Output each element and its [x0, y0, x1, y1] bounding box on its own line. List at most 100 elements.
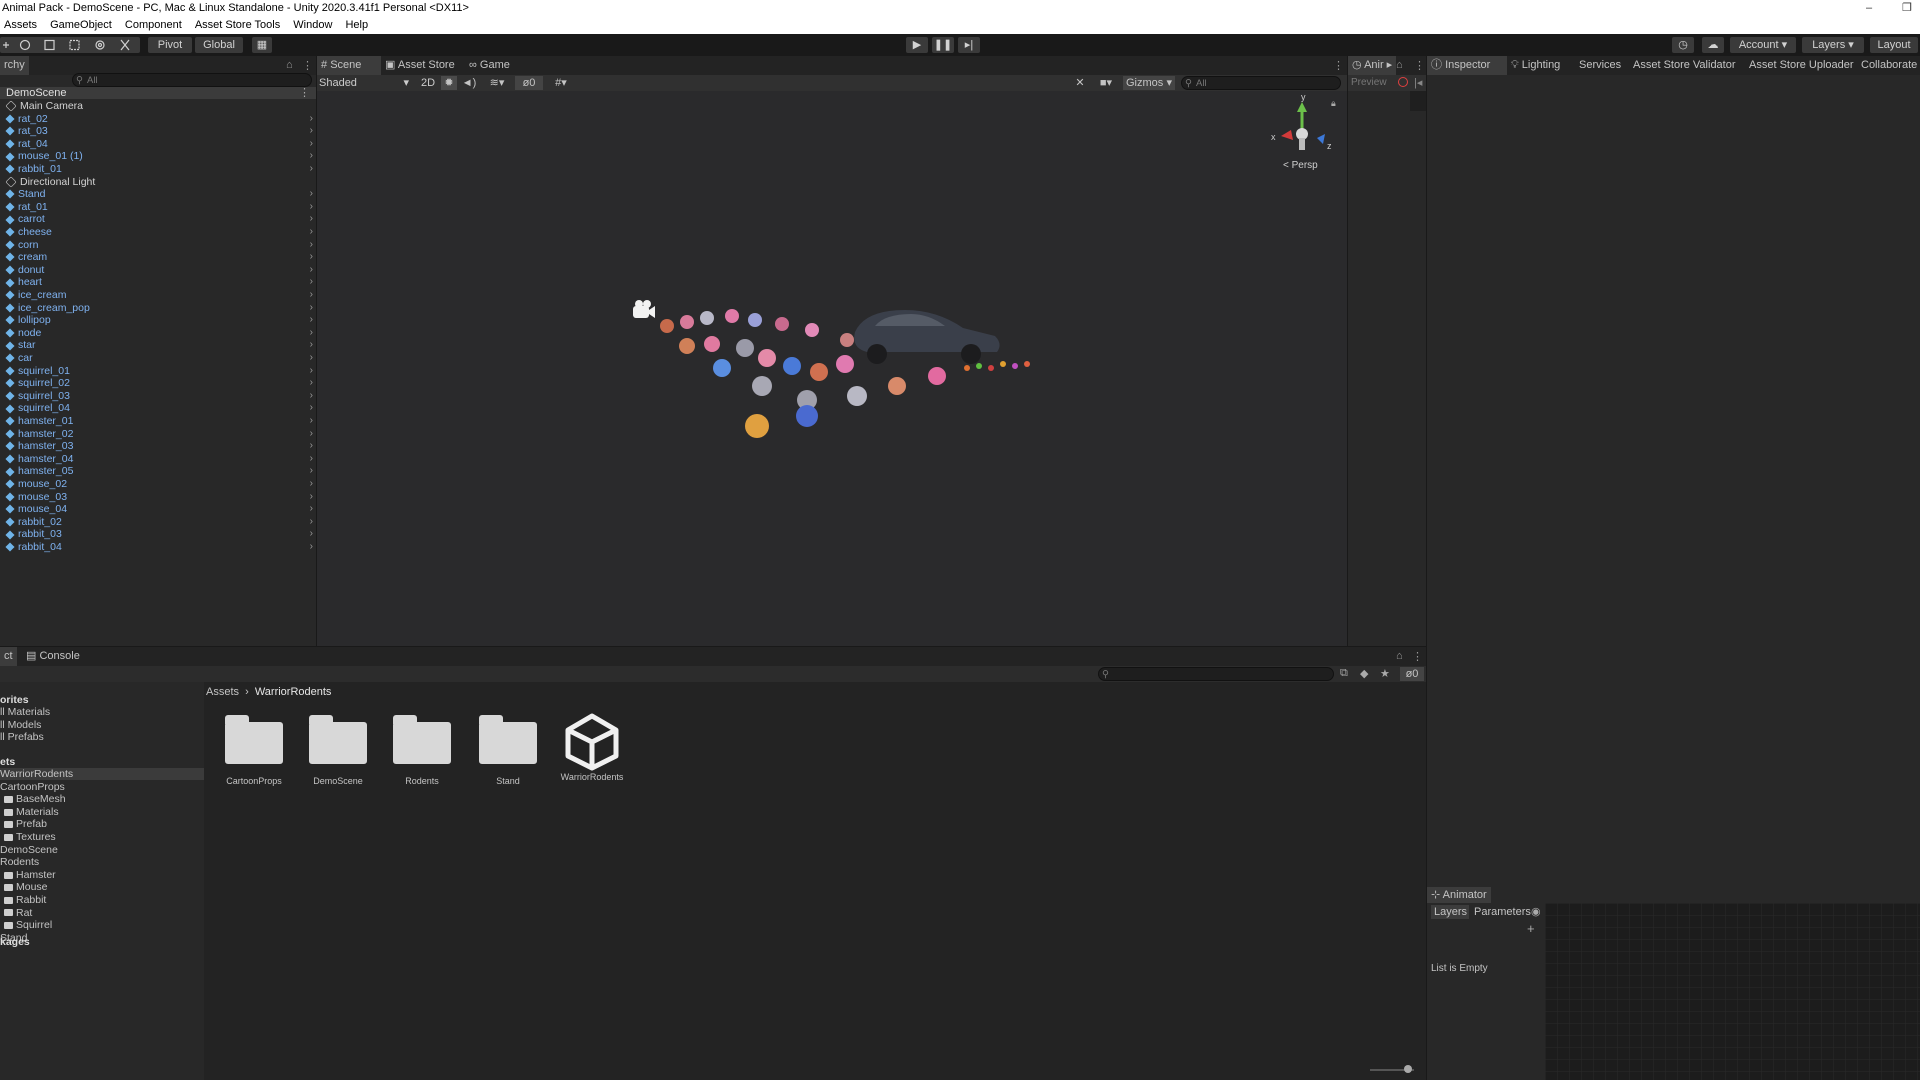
hierarchy-item[interactable]: hamster_03 › — [0, 440, 316, 452]
more-options-icon[interactable]: ⋮ — [1333, 59, 1344, 72]
chevron-right-icon[interactable]: › — [310, 478, 313, 490]
asset-folder-stand[interactable]: Stand — [476, 712, 540, 786]
chevron-right-icon[interactable]: › — [310, 163, 313, 175]
chevron-right-icon[interactable]: › — [310, 402, 313, 414]
hierarchy-item[interactable]: Directional Light — [0, 176, 316, 188]
hierarchy-item[interactable]: rabbit_01 › — [0, 163, 316, 175]
grid-dropdown[interactable]: #▾ — [547, 76, 575, 90]
layers-dropdown[interactable]: Layers ▾ — [1802, 37, 1864, 53]
project-tree-item[interactable]: Rabbit — [0, 894, 208, 906]
hierarchy-item[interactable]: squirrel_01 › — [0, 365, 316, 377]
chevron-right-icon[interactable]: › — [310, 491, 313, 503]
menu-assets[interactable]: Assets — [4, 19, 37, 31]
snap-grid-button[interactable]: ▦ — [252, 37, 272, 53]
hierarchy-item[interactable]: rabbit_02 › — [0, 516, 316, 528]
chevron-right-icon[interactable]: › — [310, 201, 313, 213]
tab-asset-store-uploader[interactable]: Asset Store Uploader — [1745, 56, 1858, 75]
hierarchy-item[interactable]: rat_04 › — [0, 138, 316, 150]
project-tree-item[interactable]: Mouse — [0, 881, 208, 893]
pause-button[interactable]: ❚❚ — [932, 37, 954, 53]
chevron-right-icon[interactable]: › — [310, 440, 313, 452]
camera-dropdown[interactable]: ■▾ — [1095, 76, 1117, 90]
chevron-right-icon[interactable]: › — [310, 377, 313, 389]
chevron-right-icon[interactable]: › — [310, 365, 313, 377]
project-tree-item[interactable]: Textures — [0, 831, 208, 843]
hierarchy-item[interactable]: squirrel_02 › — [0, 377, 316, 389]
pivot-button[interactable]: Pivot — [148, 37, 192, 53]
chevron-right-icon[interactable]: › — [310, 516, 313, 528]
lock-icon[interactable]: ⌂ — [1396, 59, 1403, 71]
chevron-right-icon[interactable]: › — [310, 541, 313, 553]
tab-collaborate[interactable]: Collaborate — [1857, 56, 1920, 75]
project-tree-item[interactable]: Squirrel — [0, 919, 208, 931]
hierarchy-item[interactable]: Main Camera — [0, 100, 316, 112]
hierarchy-item[interactable]: squirrel_04 › — [0, 402, 316, 414]
hierarchy-item[interactable]: rat_02 › — [0, 113, 316, 125]
hierarchy-item[interactable]: Stand › — [0, 188, 316, 200]
chevron-right-icon[interactable]: › — [310, 302, 313, 314]
chevron-right-icon[interactable]: › — [310, 150, 313, 162]
project-tree-item[interactable]: Prefab — [0, 818, 208, 830]
hierarchy-item[interactable]: carrot › — [0, 213, 316, 225]
maximize-button[interactable]: ❐ — [1902, 0, 1912, 17]
hierarchy-item[interactable]: lollipop › — [0, 314, 316, 326]
project-tree-item[interactable]: WarriorRodents — [0, 768, 204, 780]
hierarchy-item[interactable]: hamster_02 › — [0, 428, 316, 440]
menu-asset-store-tools[interactable]: Asset Store Tools — [195, 19, 280, 31]
chevron-right-icon[interactable]: › — [310, 415, 313, 427]
account-dropdown[interactable]: Account ▾ — [1730, 37, 1796, 53]
project-tree-item[interactable]: Hamster — [0, 869, 208, 881]
project-tree-item[interactable]: Rodents — [0, 856, 204, 868]
hidden-packages-toggle[interactable]: ø0 — [1400, 667, 1424, 681]
breadcrumb-current[interactable]: WarriorRodents — [255, 686, 332, 698]
chevron-right-icon[interactable]: › — [310, 428, 313, 440]
2d-toggle[interactable]: 2D — [417, 76, 439, 90]
hierarchy-item[interactable]: hamster_05 › — [0, 465, 316, 477]
hierarchy-item[interactable]: mouse_01 (1) › — [0, 150, 316, 162]
chevron-right-icon[interactable]: › — [310, 138, 313, 150]
effects-dropdown[interactable]: ≋▾ — [483, 76, 511, 90]
shading-dropdown[interactable]: Shaded ▾ — [319, 76, 411, 90]
packages-header[interactable]: kages — [0, 936, 30, 948]
projection-toggle[interactable]: < Persp — [1283, 160, 1318, 171]
tab-console[interactable]: ▤ Console — [22, 647, 84, 666]
audio-toggle[interactable]: ◄) — [461, 76, 477, 90]
tab-hierarchy[interactable]: rchy — [0, 56, 29, 75]
tab-asset-store-validator[interactable]: Asset Store Validator — [1629, 56, 1740, 75]
more-options-icon[interactable]: ⋮ — [1412, 650, 1423, 663]
chevron-right-icon[interactable]: › — [310, 528, 313, 540]
tab-game[interactable]: ∞ Game — [465, 56, 514, 75]
minimize-button[interactable]: – — [1866, 0, 1872, 17]
lock-icon[interactable]: ⌂ — [1396, 650, 1403, 662]
more-options-icon[interactable]: ⋮ — [302, 59, 313, 72]
chevron-right-icon[interactable]: › — [310, 125, 313, 137]
hierarchy-item[interactable]: mouse_02 › — [0, 478, 316, 490]
tab-lighting[interactable]: 💡︎ Lighting — [1507, 56, 1564, 75]
global-button[interactable]: Global — [195, 37, 243, 53]
asset-folder-cartoonprops[interactable]: CartoonProps — [222, 712, 286, 786]
menu-gameobject[interactable]: GameObject — [50, 19, 112, 31]
record-icon[interactable] — [1398, 77, 1408, 87]
project-tree-item[interactable]: DemoScene — [0, 844, 204, 856]
favorite-item[interactable]: ll Prefabs — [0, 731, 44, 743]
chevron-right-icon[interactable]: › — [310, 327, 313, 339]
menu-help[interactable]: Help — [345, 19, 368, 31]
hierarchy-search-input[interactable]: ⚲ All — [72, 73, 312, 87]
tab-inspector[interactable]: ⓘ Inspector — [1427, 56, 1507, 75]
play-button[interactable]: ▶ — [906, 37, 928, 53]
menu-component[interactable]: Component — [125, 19, 182, 31]
chevron-right-icon[interactable]: › — [310, 465, 313, 477]
history-button[interactable]: ◷ — [1672, 37, 1694, 53]
chevron-right-icon[interactable]: › — [310, 453, 313, 465]
gizmos-dropdown[interactable]: Gizmos ▾ — [1123, 76, 1175, 90]
chevron-right-icon[interactable]: › — [310, 113, 313, 125]
hierarchy-item[interactable]: car › — [0, 352, 316, 364]
chevron-right-icon[interactable]: › — [310, 213, 313, 225]
tab-project[interactable]: ct — [0, 647, 17, 666]
hierarchy-item[interactable]: cheese › — [0, 226, 316, 238]
chevron-right-icon[interactable]: › — [310, 226, 313, 238]
zoom-slider-handle[interactable] — [1404, 1065, 1412, 1073]
project-search-input[interactable]: ⚲ — [1098, 667, 1334, 681]
scene-viewport-content[interactable] — [607, 236, 1087, 476]
project-tree-item[interactable]: CartoonProps — [0, 781, 204, 793]
